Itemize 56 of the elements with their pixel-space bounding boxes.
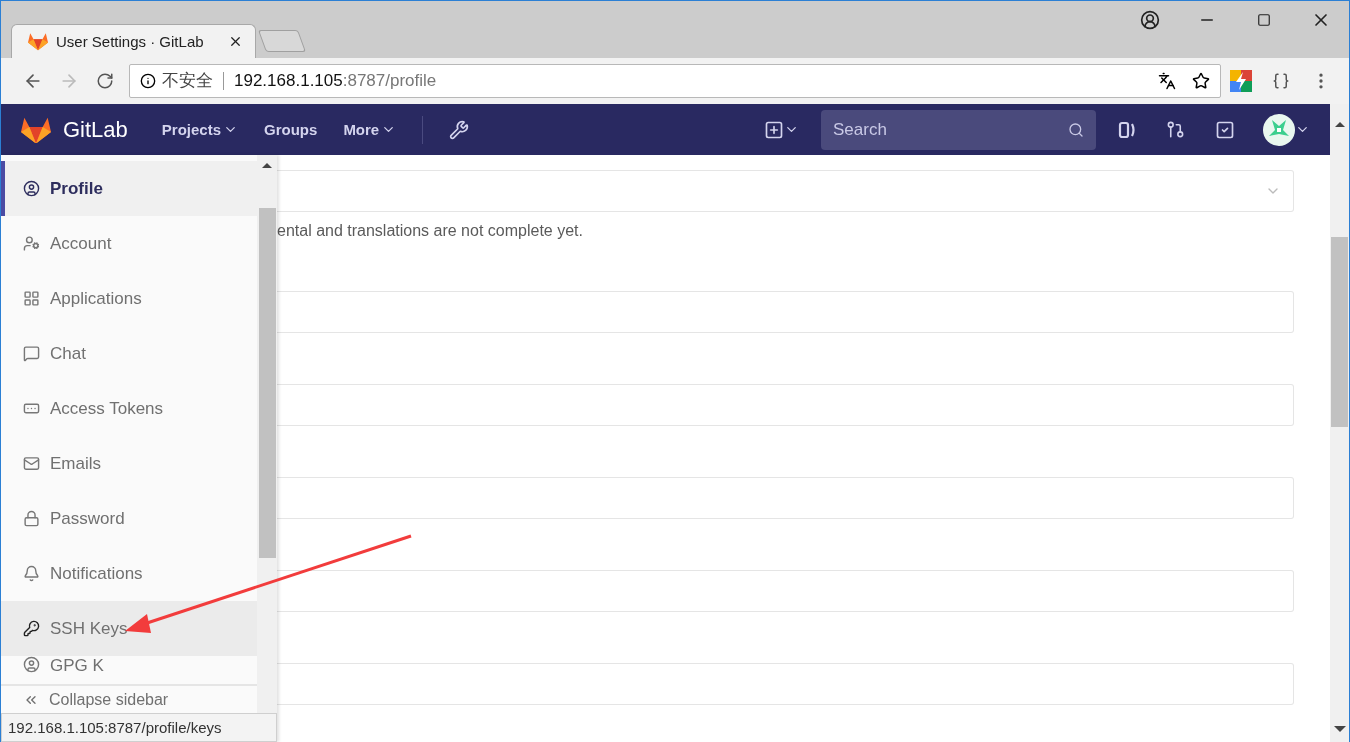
maximize-icon[interactable] bbox=[1256, 13, 1271, 27]
sidebar-item[interactable]: Profile bbox=[1, 161, 257, 216]
fox-logo-icon bbox=[21, 115, 51, 144]
brand-name[interactable]: GitLab bbox=[63, 116, 128, 143]
profile-icon bbox=[23, 180, 40, 197]
sidebar-item[interactable]: GPG K bbox=[1, 656, 257, 684]
bell-icon bbox=[23, 565, 40, 582]
sidebar-item[interactable]: Chat bbox=[1, 326, 257, 381]
nav-link[interactable]: More bbox=[343, 121, 397, 138]
grid-icon bbox=[23, 290, 40, 307]
mail-icon bbox=[23, 455, 40, 472]
key-icon bbox=[23, 620, 40, 637]
address-bar[interactable]: 不安全 192.168.1.105:8787/profile bbox=[129, 64, 1221, 98]
close-icon[interactable] bbox=[228, 34, 243, 49]
bookmark-star-icon[interactable] bbox=[1192, 72, 1210, 90]
scroll-up-icon[interactable] bbox=[262, 163, 272, 168]
issues-icon[interactable] bbox=[1118, 120, 1136, 139]
user-gear-icon bbox=[23, 235, 40, 252]
input-field[interactable] bbox=[277, 663, 1294, 705]
reload-icon[interactable] bbox=[96, 72, 114, 90]
input-field[interactable] bbox=[277, 384, 1294, 426]
input-field[interactable] bbox=[277, 477, 1294, 519]
status-bar: 192.168.1.105:8787/profile/keys bbox=[1, 713, 277, 742]
merge-request-icon[interactable] bbox=[1166, 120, 1185, 139]
info-icon bbox=[140, 73, 156, 89]
nav-link[interactable]: Groups bbox=[264, 121, 318, 138]
wrench-icon[interactable] bbox=[449, 119, 470, 140]
sidebar-item[interactable]: SSH Keys bbox=[1, 601, 257, 656]
todo-icon[interactable] bbox=[1215, 119, 1235, 140]
scroll-up-icon[interactable] bbox=[1334, 122, 1345, 127]
browser-tab[interactable]: User Settings · GitLab bbox=[11, 24, 256, 58]
sidebar-item[interactable]: Notifications bbox=[1, 546, 257, 601]
search-field[interactable]: Search bbox=[821, 109, 1096, 150]
plus-icon[interactable] bbox=[764, 119, 784, 140]
sidebar-item[interactable]: Password bbox=[1, 491, 257, 546]
scrollbar-thumb[interactable] bbox=[1331, 237, 1348, 427]
input-field[interactable] bbox=[277, 570, 1294, 612]
account-icon[interactable] bbox=[1139, 10, 1160, 30]
scroll-down-icon[interactable] bbox=[1333, 726, 1346, 732]
scrollbar-thumb[interactable] bbox=[258, 208, 276, 558]
braces-icon[interactable] bbox=[1272, 72, 1290, 90]
notice-text: ental and translations are not complete yet. bbox=[277, 222, 584, 240]
fox-logo-icon bbox=[28, 32, 48, 51]
extension-icon[interactable] bbox=[1230, 70, 1252, 92]
sidebar-item[interactable]: Account bbox=[1, 216, 257, 271]
nav-link[interactable]: Projects bbox=[161, 121, 239, 138]
avatar-icon[interactable] bbox=[1263, 113, 1295, 146]
sidebar-item[interactable]: Emails bbox=[1, 436, 257, 491]
lock-icon bbox=[23, 510, 40, 527]
select-field[interactable] bbox=[277, 170, 1294, 212]
translate-icon[interactable] bbox=[1158, 72, 1176, 90]
sidebar-item[interactable]: Access Tokens bbox=[1, 381, 257, 436]
sidebar-item[interactable]: Applications bbox=[1, 271, 257, 326]
search-icon bbox=[1068, 121, 1084, 138]
input-field[interactable] bbox=[277, 291, 1294, 333]
chat-bubble-icon bbox=[23, 345, 40, 362]
